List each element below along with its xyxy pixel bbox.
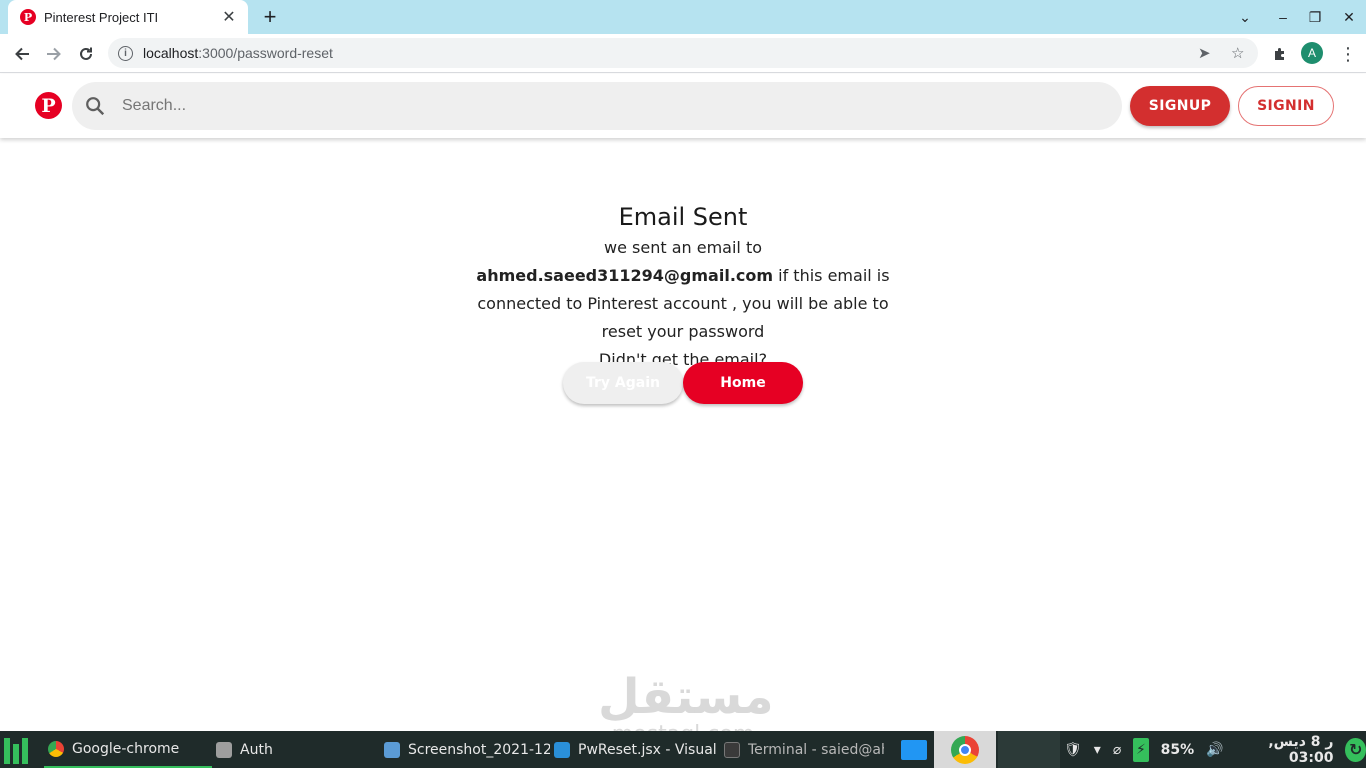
search-bar[interactable] [72, 82, 1122, 130]
info-icon[interactable]: i [118, 45, 133, 61]
search-icon [86, 97, 105, 116]
url-host: localhost [143, 45, 199, 61]
minimize-icon[interactable]: – [1266, 0, 1300, 34]
taskbar-item-vscode[interactable]: PwReset.jsx - Visual S... [554, 731, 720, 768]
email-sent-panel: Email Sent we sent an email to ahmed.sae… [0, 200, 1366, 404]
taskbar-item-label: PwReset.jsx - Visual S... [578, 741, 720, 758]
browser-toolbar: i localhost:3000/password-reset ➤ ☆ A ⋮ [0, 34, 1366, 73]
try-again-button[interactable]: Try Again [563, 362, 683, 404]
workspace-1[interactable] [896, 731, 932, 768]
wifi-icon[interactable]: ▾ [1094, 742, 1101, 758]
workspace-2[interactable] [934, 731, 996, 768]
email-address: ahmed.saeed311294@gmail.com [476, 266, 774, 285]
battery-percent: 85% [1160, 741, 1195, 758]
back-icon[interactable] [8, 40, 36, 68]
star-icon[interactable]: ☆ [1231, 44, 1244, 62]
close-icon[interactable]: ✕ [220, 7, 238, 27]
tab-title: Pinterest Project ITI [44, 9, 159, 25]
taskbar-item-chrome[interactable]: Google-chrome [44, 731, 212, 768]
extensions-icon[interactable] [1266, 40, 1294, 68]
taskbar: Google-chrome Auth Screenshot_2021-12...… [0, 731, 1366, 768]
pinterest-icon: P [20, 9, 36, 25]
image-icon [384, 741, 400, 758]
search-input[interactable] [122, 97, 1082, 115]
signup-button[interactable]: SIGNUP [1130, 86, 1230, 126]
terminal-icon [724, 741, 740, 758]
taskbar-item-label: Screenshot_2021-12... [408, 741, 550, 758]
signin-button[interactable]: SIGNIN [1238, 86, 1334, 126]
tab-search-icon[interactable]: ⌄ [1228, 0, 1262, 34]
forward-icon[interactable] [40, 40, 68, 68]
restore-icon[interactable]: ❐ [1298, 0, 1332, 34]
address-bar[interactable]: i localhost:3000/password-reset ➤ ☆ [108, 38, 1258, 68]
folder-icon [216, 741, 232, 758]
window-close-icon[interactable]: ✕ [1332, 0, 1366, 34]
url-path: :3000/password-reset [198, 45, 333, 61]
home-button[interactable]: Home [683, 362, 803, 404]
taskbar-item-auth[interactable]: Auth [216, 731, 376, 768]
url-text: localhost:3000/password-reset [143, 45, 333, 61]
taskbar-item-label: Google-chrome [72, 740, 180, 757]
desktop-icon [901, 739, 927, 760]
system-tray: 🛡 ▾ ⌀ ⚡ 85% 🔊 ر 8 ديس, 03:00 ↻ [1064, 731, 1366, 768]
profile-avatar[interactable]: A [1301, 42, 1323, 64]
taskbar-item-screenshot[interactable]: Screenshot_2021-12... [384, 731, 550, 768]
battery-icon[interactable]: ⚡ [1133, 737, 1149, 762]
browser-tabstrip: P Pinterest Project ITI ✕ + ⌄ – ❐ ✕ [0, 0, 1366, 34]
taskbar-item-label: Auth [240, 741, 273, 758]
page-title: Email Sent [618, 203, 748, 231]
vscode-icon [554, 741, 570, 758]
send-icon[interactable]: ➤ [1198, 44, 1211, 62]
taskbar-item-terminal[interactable]: Terminal - saied@ah... [724, 731, 884, 768]
watermark-arabic: مستقل [598, 669, 774, 725]
message-prefix: we sent an email to [604, 238, 762, 257]
taskbar-item-label: Terminal - saied@ah... [748, 741, 884, 758]
start-menu-icon[interactable] [4, 736, 32, 764]
shield-icon[interactable]: 🛡 [1064, 742, 1082, 758]
browser-tab[interactable]: P Pinterest Project ITI ✕ [8, 0, 248, 34]
clock[interactable]: ر 8 ديس, 03:00 [1236, 734, 1333, 766]
chrome-icon [951, 735, 979, 764]
more-menu-icon[interactable]: ⋮ [1334, 40, 1362, 68]
paperclip-icon[interactable]: ⌀ [1113, 742, 1121, 758]
volume-icon[interactable]: 🔊 [1206, 742, 1223, 758]
chrome-icon [48, 740, 64, 757]
app-header: P SIGNUP SIGNIN [0, 74, 1366, 138]
workspace-3[interactable] [998, 731, 1060, 768]
action-buttons: Try Again Home [563, 362, 803, 404]
email-sent-message: we sent an email to ahmed.saeed311294@gm… [473, 234, 893, 346]
update-icon[interactable]: ↻ [1345, 737, 1366, 762]
pinterest-logo-icon[interactable]: P [35, 92, 62, 119]
reload-icon[interactable] [72, 40, 100, 68]
new-tab-icon[interactable]: + [258, 5, 282, 29]
